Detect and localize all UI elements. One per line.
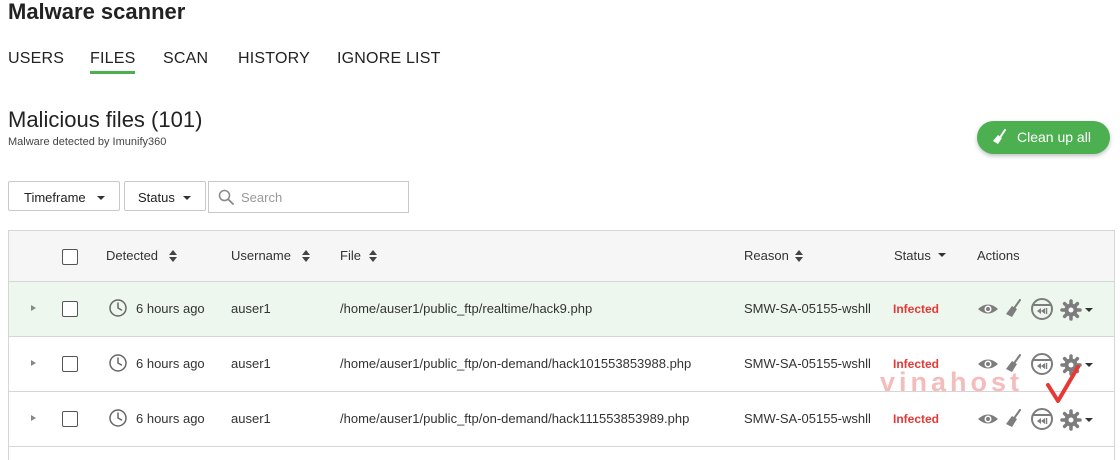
clean-up-all-label: Clean up all	[1017, 129, 1091, 145]
detected-time: 6 hours ago	[136, 301, 205, 316]
app-title: Malware scanner	[8, 0, 186, 24]
page-title: Malicious files (101)	[8, 107, 203, 132]
eye-icon[interactable]	[977, 299, 999, 319]
timeframe-label: Timeframe	[24, 190, 86, 205]
malicious-files-table: Detected Username File Reason Status Act…	[8, 230, 1115, 460]
tab-users[interactable]: USERS	[8, 50, 64, 68]
table-header: Detected Username File Reason Status Act…	[9, 231, 1114, 282]
tab-scan[interactable]: SCAN	[163, 50, 208, 68]
watermark-text: vinahost	[880, 367, 1024, 397]
tab-history[interactable]: HISTORY	[238, 50, 310, 68]
expand-row-icon[interactable]	[31, 305, 36, 311]
chevron-down-icon[interactable]	[938, 253, 946, 257]
skip-icon[interactable]	[1030, 407, 1054, 431]
row-checkbox[interactable]	[62, 411, 78, 427]
watermark: vinahost	[880, 365, 1080, 410]
reason-cell: SMW-SA-05155-wshll	[744, 411, 871, 426]
chevron-down-icon	[183, 196, 191, 200]
username-cell: auser1	[231, 356, 271, 371]
column-actions: Actions	[977, 248, 1020, 263]
detected-time: 6 hours ago	[136, 411, 205, 426]
file-path-cell: /home/auser1/public_ftp/on-demand/hack10…	[340, 356, 692, 371]
row-checkbox[interactable]	[62, 356, 78, 372]
status-dropdown[interactable]: Status	[124, 181, 206, 211]
expand-row-icon[interactable]	[31, 360, 36, 366]
gear-icon[interactable]	[1060, 409, 1082, 431]
file-path-cell: /home/auser1/public_ftp/on-demand/hack11…	[340, 411, 690, 426]
broom-icon[interactable]	[1005, 299, 1023, 319]
tab-ignore-list[interactable]: IGNORE LIST	[337, 50, 441, 68]
search-icon	[218, 189, 234, 205]
status-label: Status	[138, 190, 175, 205]
sort-icon[interactable]	[795, 250, 803, 262]
skip-icon[interactable]	[1030, 297, 1054, 321]
column-file[interactable]: File	[340, 248, 361, 263]
eye-icon[interactable]	[977, 409, 999, 429]
sort-icon[interactable]	[302, 250, 310, 262]
row-checkbox[interactable]	[62, 301, 78, 317]
sort-icon[interactable]	[169, 250, 177, 262]
file-path-cell: /home/auser1/public_ftp/realtime/hack9.p…	[340, 301, 593, 316]
reason-cell: SMW-SA-05155-wshll	[744, 356, 871, 371]
detected-time: 6 hours ago	[136, 356, 205, 371]
clock-icon	[109, 354, 127, 372]
column-reason[interactable]: Reason	[744, 248, 789, 263]
column-detected[interactable]: Detected	[106, 248, 158, 263]
chevron-down-icon	[97, 196, 105, 200]
chevron-down-icon[interactable]	[1085, 363, 1093, 367]
username-cell: auser1	[231, 411, 271, 426]
tab-files[interactable]: FILES	[90, 50, 136, 74]
checkmark-logo-icon	[1046, 365, 1080, 403]
status-badge: Infected	[893, 302, 940, 316]
clock-icon	[109, 409, 127, 427]
broom-icon	[993, 129, 1006, 144]
column-status[interactable]: Status	[894, 248, 931, 263]
chevron-down-icon[interactable]	[1085, 418, 1093, 422]
status-badge: Infected	[893, 412, 940, 426]
chevron-down-icon[interactable]	[1085, 308, 1093, 312]
search-box	[208, 181, 409, 213]
column-username[interactable]: Username	[231, 248, 291, 263]
clean-up-all-button[interactable]: Clean up all	[977, 121, 1110, 154]
username-cell: auser1	[231, 301, 271, 316]
search-input[interactable]	[241, 188, 401, 206]
expand-row-icon[interactable]	[31, 415, 36, 421]
timeframe-dropdown[interactable]: Timeframe	[8, 181, 120, 211]
gear-icon[interactable]	[1060, 299, 1082, 321]
clock-icon	[109, 299, 127, 317]
sort-icon[interactable]	[369, 250, 377, 262]
reason-cell: SMW-SA-05155-wshll	[744, 301, 871, 316]
broom-icon[interactable]	[1005, 409, 1023, 429]
page-subtitle: Malware detected by Imunify360	[8, 136, 167, 148]
table-row[interactable]: 6 hours ago auser1 /home/auser1/public_f…	[9, 282, 1114, 337]
select-all-checkbox[interactable]	[62, 249, 78, 265]
